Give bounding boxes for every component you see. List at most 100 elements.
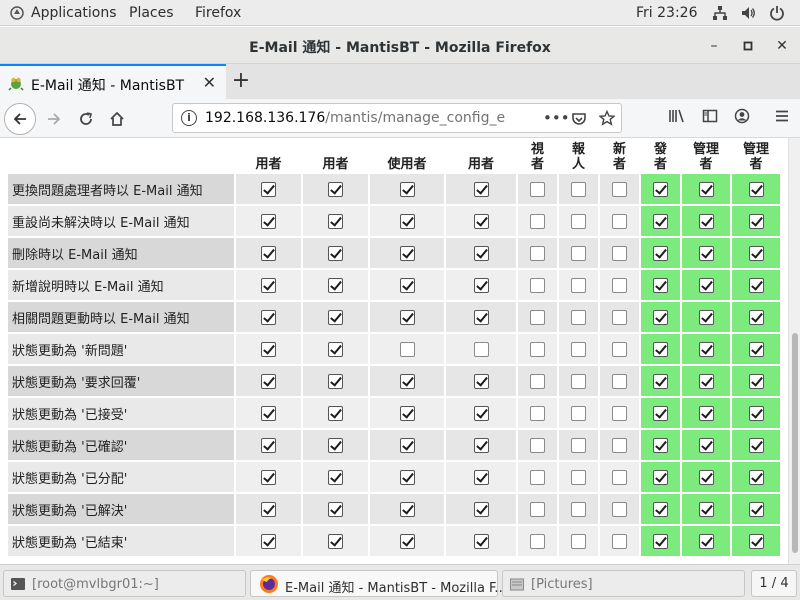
checkbox-unchecked[interactable] [571, 245, 586, 261]
vertical-scrollbar[interactable] [788, 138, 800, 564]
checkbox-checked[interactable] [261, 309, 276, 325]
checkbox-checked[interactable] [261, 533, 276, 549]
checkbox-checked[interactable] [473, 213, 489, 229]
task-firefox[interactable]: E-Mail 通知 - MantisBT - Mozilla F... [250, 570, 507, 597]
checkbox-unchecked[interactable] [530, 501, 545, 517]
checkbox-checked[interactable] [653, 341, 668, 357]
checkbox-checked[interactable] [473, 437, 489, 453]
checkbox-checked[interactable] [698, 437, 714, 453]
checkbox-checked[interactable] [748, 469, 764, 485]
checkbox-checked[interactable] [399, 181, 415, 197]
checkbox-unchecked[interactable] [571, 437, 586, 453]
checkbox-checked[interactable] [698, 245, 714, 261]
checkbox-checked[interactable] [473, 405, 489, 421]
checkbox-unchecked[interactable] [612, 501, 627, 517]
hamburger-menu-icon[interactable] [774, 108, 790, 124]
checkbox-checked[interactable] [399, 469, 415, 485]
checkbox-checked[interactable] [473, 277, 489, 293]
checkbox-checked[interactable] [748, 245, 764, 261]
checkbox-checked[interactable] [698, 213, 714, 229]
task-terminal[interactable]: [root@mvlbgr01:~] [3, 570, 246, 597]
checkbox-checked[interactable] [653, 469, 668, 485]
checkbox-checked[interactable] [261, 277, 276, 293]
checkbox-checked[interactable] [399, 405, 415, 421]
checkbox-unchecked[interactable] [612, 213, 627, 229]
network-icon[interactable] [712, 5, 728, 21]
checkbox-checked[interactable] [328, 373, 343, 389]
checkbox-unchecked[interactable] [571, 501, 586, 517]
checkbox-checked[interactable] [328, 213, 343, 229]
checkbox-checked[interactable] [698, 277, 714, 293]
site-info-icon[interactable]: i [181, 110, 197, 126]
checkbox-checked[interactable] [328, 245, 343, 261]
sidebar-icon[interactable] [702, 108, 718, 124]
checkbox-checked[interactable] [261, 437, 276, 453]
task-pictures[interactable]: [Pictures] [502, 570, 745, 597]
checkbox-unchecked[interactable] [571, 213, 586, 229]
checkbox-checked[interactable] [473, 181, 489, 197]
checkbox-checked[interactable] [748, 277, 764, 293]
checkbox-checked[interactable] [698, 373, 714, 389]
checkbox-checked[interactable] [748, 405, 764, 421]
checkbox-checked[interactable] [748, 533, 764, 549]
checkbox-checked[interactable] [473, 245, 489, 261]
checkbox-unchecked[interactable] [571, 469, 586, 485]
pocket-icon[interactable] [571, 111, 587, 127]
checkbox-checked[interactable] [328, 181, 343, 197]
checkbox-unchecked[interactable] [612, 341, 627, 357]
checkbox-unchecked[interactable] [612, 277, 627, 293]
checkbox-checked[interactable] [261, 341, 276, 357]
checkbox-checked[interactable] [473, 309, 489, 325]
checkbox-checked[interactable] [328, 501, 343, 517]
checkbox-unchecked[interactable] [612, 245, 627, 261]
checkbox-checked[interactable] [261, 213, 276, 229]
checkbox-checked[interactable] [748, 213, 764, 229]
forward-button[interactable] [40, 105, 68, 133]
checkbox-checked[interactable] [698, 341, 714, 357]
checkbox-checked[interactable] [399, 373, 415, 389]
checkbox-unchecked[interactable] [530, 277, 545, 293]
close-tab-icon[interactable]: ✕ [203, 73, 216, 92]
checkbox-checked[interactable] [748, 373, 764, 389]
window-title-bar[interactable]: E-Mail 通知 - MantisBT - Mozilla Firefox –… [0, 27, 800, 64]
checkbox-checked[interactable] [698, 181, 714, 197]
checkbox-checked[interactable] [698, 469, 714, 485]
new-tab-button[interactable]: + [230, 68, 252, 94]
checkbox-checked[interactable] [698, 501, 714, 517]
checkbox-checked[interactable] [328, 309, 343, 325]
checkbox-checked[interactable] [473, 469, 489, 485]
checkbox-checked[interactable] [473, 501, 489, 517]
checkbox-unchecked[interactable] [530, 373, 545, 389]
url-text[interactable]: 192.168.136.176/mantis/manage_config_ema… [205, 110, 505, 126]
clock[interactable]: Fri 23:26 [636, 5, 697, 21]
close-window-button[interactable]: ✕ [772, 36, 792, 56]
checkbox-checked[interactable] [698, 309, 714, 325]
checkbox-unchecked[interactable] [571, 533, 586, 549]
checkbox-checked[interactable] [399, 277, 415, 293]
checkbox-unchecked[interactable] [399, 341, 415, 357]
checkbox-checked[interactable] [399, 501, 415, 517]
minimize-button[interactable]: – [704, 36, 724, 56]
checkbox-checked[interactable] [653, 405, 668, 421]
checkbox-checked[interactable] [399, 437, 415, 453]
power-icon[interactable] [769, 5, 785, 21]
url-bar[interactable]: i 192.168.136.176/mantis/manage_config_e… [172, 103, 622, 133]
page-actions-icon[interactable]: ••• [543, 109, 570, 127]
checkbox-checked[interactable] [261, 405, 276, 421]
back-button[interactable] [4, 103, 36, 135]
checkbox-checked[interactable] [328, 469, 343, 485]
checkbox-unchecked[interactable] [612, 469, 627, 485]
checkbox-unchecked[interactable] [473, 341, 489, 357]
checkbox-unchecked[interactable] [571, 341, 586, 357]
checkbox-checked[interactable] [399, 533, 415, 549]
checkbox-checked[interactable] [328, 277, 343, 293]
checkbox-unchecked[interactable] [530, 533, 545, 549]
checkbox-checked[interactable] [473, 373, 489, 389]
checkbox-checked[interactable] [261, 373, 276, 389]
checkbox-unchecked[interactable] [571, 373, 586, 389]
checkbox-unchecked[interactable] [530, 213, 545, 229]
checkbox-checked[interactable] [698, 533, 714, 549]
volume-icon[interactable] [740, 5, 756, 21]
checkbox-checked[interactable] [328, 405, 343, 421]
checkbox-unchecked[interactable] [612, 437, 627, 453]
